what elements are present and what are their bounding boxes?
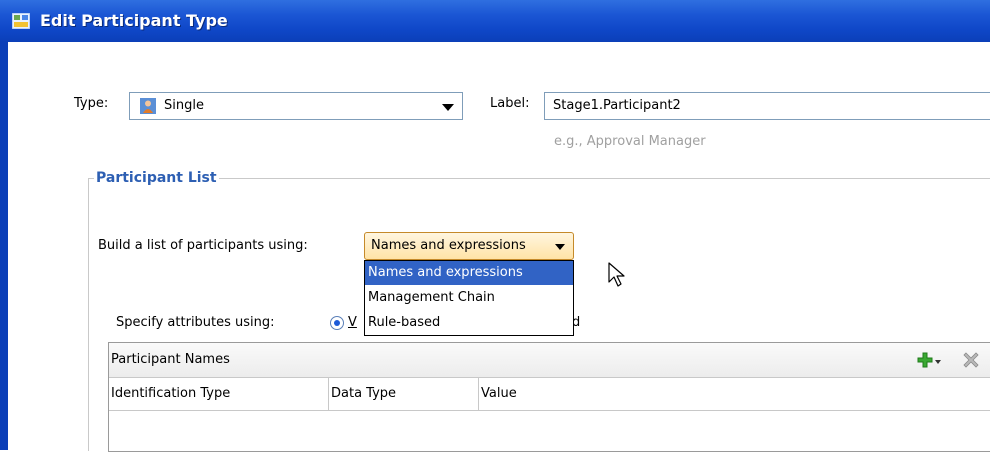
column-header-identification-type[interactable]: Identification Type — [109, 378, 329, 410]
window-title: Edit Participant Type — [40, 11, 228, 30]
type-label: Type: — [74, 96, 109, 111]
type-select[interactable]: Single — [129, 92, 463, 120]
dropdown-option-management-chain[interactable]: Management Chain — [365, 286, 573, 310]
add-menu-chevron-icon[interactable] — [935, 360, 941, 364]
column-header-value[interactable]: Value — [479, 378, 990, 410]
table-header-row: Identification Type Data Type Value — [109, 378, 990, 411]
mouse-cursor-icon — [608, 262, 625, 287]
participant-names-title: Participant Names — [111, 352, 230, 367]
specify-attributes-label: Specify attributes using: — [116, 315, 275, 330]
window-frame: Type: Single Label: Stage1.Participant2 … — [0, 42, 990, 452]
radio-selected[interactable] — [330, 316, 344, 330]
label-field-label: Label: — [490, 96, 530, 111]
person-icon — [140, 98, 156, 114]
label-hint: e.g., Approval Manager — [554, 134, 706, 149]
type-select-value: Single — [164, 98, 204, 113]
build-list-select[interactable]: Names and expressions — [364, 232, 574, 260]
build-list-label: Build a list of participants using: — [98, 238, 308, 253]
column-header-data-type[interactable]: Data Type — [329, 378, 479, 410]
app-dialog-icon — [12, 13, 30, 29]
chevron-down-icon[interactable] — [442, 104, 454, 111]
dropdown-option-rule-based[interactable]: Rule-based — [365, 311, 573, 335]
delete-icon[interactable] — [963, 352, 979, 368]
radio-label-fragment[interactable]: V — [348, 315, 357, 330]
participant-names-header: Participant Names — [109, 343, 990, 378]
chevron-down-icon[interactable] — [555, 244, 565, 250]
label-input-value: Stage1.Participant2 — [553, 98, 681, 113]
dialog-content: Type: Single Label: Stage1.Participant2 … — [8, 42, 990, 452]
label-input[interactable]: Stage1.Participant2 — [544, 92, 990, 120]
title-bar: Edit Participant Type — [0, 0, 990, 42]
build-list-select-value: Names and expressions — [371, 238, 526, 253]
add-icon[interactable] — [917, 352, 933, 368]
build-list-dropdown[interactable]: Names and expressions Management Chain R… — [364, 260, 574, 336]
participant-names-panel: Participant Names Identification Type Da… — [108, 342, 990, 452]
participant-list-title: Participant List — [94, 170, 219, 186]
dropdown-option-names-and-expressions[interactable]: Names and expressions — [365, 261, 573, 285]
